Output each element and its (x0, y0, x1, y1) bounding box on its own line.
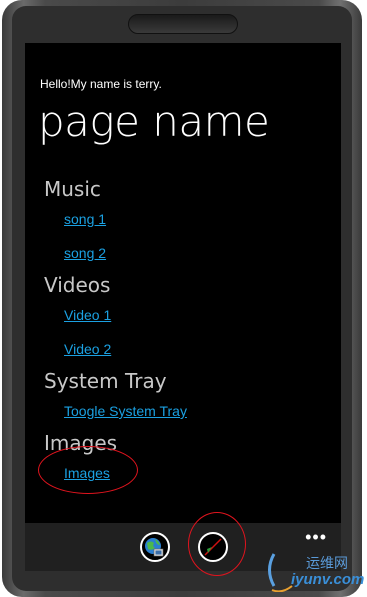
watermark-cn-text: 运维网 (306, 556, 348, 572)
section-heading-images: Images (44, 431, 118, 455)
link-video-1[interactable]: Video 1 (64, 307, 111, 323)
section-heading-videos: Videos (44, 273, 111, 297)
link-song-2[interactable]: song 2 (64, 245, 106, 261)
link-song-1[interactable]: song 1 (64, 211, 106, 227)
speaker-grille (128, 14, 238, 34)
link-toggle-system-tray[interactable]: Toogle System Tray (64, 403, 187, 419)
appbar-check-button[interactable] (198, 532, 228, 562)
check-icon (204, 538, 222, 556)
page-title: page name (38, 97, 270, 146)
section-heading-music: Music (44, 177, 101, 201)
appbar-more-button[interactable]: ••• (305, 527, 327, 548)
app-title: Hello!My name is terry. (40, 77, 162, 91)
globe-icon (145, 538, 164, 557)
link-images[interactable]: Images (64, 465, 110, 481)
watermark-en-text: iyunv.com (291, 571, 365, 588)
appbar-globe-button[interactable] (140, 532, 170, 562)
link-video-2[interactable]: Video 2 (64, 341, 111, 357)
phone-screen: Hello!My name is terry. page name Music … (25, 43, 341, 571)
watermark-logo: 运维网 iyunv.com (262, 552, 365, 592)
section-heading-system-tray: System Tray (44, 369, 167, 393)
